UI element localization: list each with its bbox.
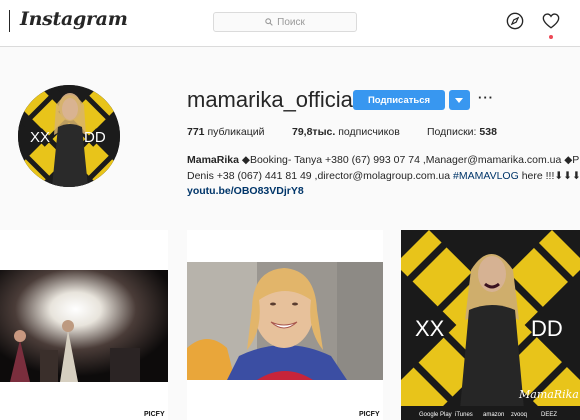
store-zvooq: zvooq	[511, 412, 527, 418]
following-label: Подписки:	[427, 126, 477, 138]
store-google-play: Google Play	[419, 412, 452, 418]
posts-count: 771	[187, 126, 205, 138]
store-amazon: amazon	[483, 412, 504, 418]
profile-username: mamarika_official	[187, 87, 358, 112]
bio-line2-text: Denis +38 (067) 441 81 49 ,director@mola…	[187, 170, 454, 182]
avatar-text-left: XX	[30, 129, 50, 146]
avatar-text-right: DD	[84, 129, 106, 146]
posts-label: публикаций	[207, 126, 265, 138]
video-icon	[355, 237, 371, 250]
search-icon	[265, 18, 273, 26]
posts-count-stat: 771 публикаций	[187, 126, 264, 138]
followers-count: 79,8тыс.	[292, 126, 336, 138]
avatar[interactable]: XX DD	[18, 85, 120, 187]
heart-icon[interactable]	[542, 12, 560, 30]
store-deezer: DEEZ	[541, 412, 557, 418]
bio-hashtag-link[interactable]: #MAMAVLOG	[453, 170, 519, 182]
followers-label: подписчиков	[338, 126, 400, 138]
following-count: 538	[479, 126, 497, 138]
cover-signature: MamaRika	[518, 388, 579, 401]
cover-text-right: DD	[531, 316, 563, 341]
search-placeholder: Поиск	[277, 16, 305, 28]
notification-dot	[549, 35, 553, 39]
bio-website-link[interactable]: youtu.be/OBO83VDjrY8	[187, 185, 304, 197]
post-1-watermark: PICFY	[144, 411, 165, 418]
follow-button[interactable]: Подписаться	[353, 90, 445, 110]
compass-icon[interactable]	[506, 12, 524, 30]
bio-line1-text: ◆Booking- Tanya +380 (67) 993 07 74 ,Man…	[238, 154, 580, 166]
post-2-watermark: PICFY	[359, 411, 380, 418]
carousel-icon	[142, 236, 155, 249]
post-thumbnail-2[interactable]: PICFY	[187, 230, 383, 420]
top-navigation-bar: Instagram Поиск	[0, 0, 580, 47]
followers-stat[interactable]: 79,8тыс. подписчиков	[292, 126, 400, 138]
store-itunes: iTunes	[455, 412, 473, 418]
suggestions-dropdown-button[interactable]	[449, 90, 470, 110]
post-thumbnail-3[interactable]: XX DD MamaRika Google Play iTunes amazon…	[401, 230, 580, 420]
cover-text-left: XX	[415, 316, 445, 341]
bio-line2-end: here !!!⬇⬇⬇	[518, 170, 580, 182]
following-stat[interactable]: Подписки: 538	[427, 126, 497, 138]
post-thumbnail-1[interactable]: PICFY	[0, 230, 168, 420]
instagram-logo[interactable]: Instagram	[20, 8, 128, 30]
bio-line-1: MamaRika ◆Booking- Tanya +380 (67) 993 0…	[187, 154, 579, 166]
logo-divider	[9, 10, 10, 32]
bio-name: MamaRika	[187, 154, 239, 166]
more-options-button[interactable]: ···	[478, 90, 494, 105]
bio-line-2: Denis +38 (067) 441 81 49 ,director@mola…	[187, 170, 580, 182]
search-input[interactable]: Поиск	[213, 12, 357, 32]
